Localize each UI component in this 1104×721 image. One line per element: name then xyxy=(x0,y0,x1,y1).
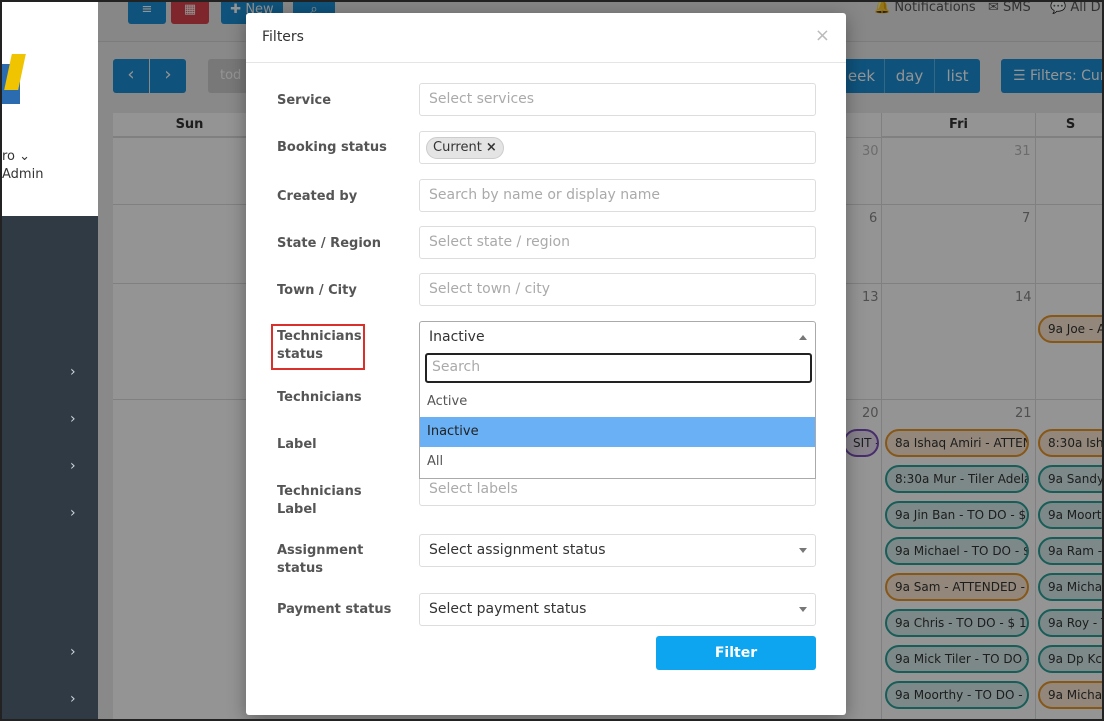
technicians-label: Technicians xyxy=(277,390,362,405)
technicians-label-label: Technicians Label xyxy=(277,484,362,517)
payment-status-value: Select payment status xyxy=(429,601,587,617)
filter-button[interactable]: Filter xyxy=(656,636,816,670)
modal-header: Filters × xyxy=(246,13,846,63)
user-role-line1: ro ⌄ xyxy=(2,149,31,164)
user-role-line2: Admin xyxy=(2,167,44,182)
payment-status-label: Payment status xyxy=(277,602,392,617)
assignment-status-label: Assignment status xyxy=(277,543,364,576)
state-region-select[interactable]: Select state / region xyxy=(419,226,816,259)
dropdown-search-input[interactable]: Search xyxy=(425,353,812,383)
state-region-placeholder: Select state / region xyxy=(429,234,570,250)
service-label: Service xyxy=(277,93,332,108)
booking-status-tag-label: Current xyxy=(433,140,482,155)
company-logo xyxy=(2,54,28,110)
assignment-status-value: Select assignment status xyxy=(429,542,606,558)
booking-status-label: Booking status xyxy=(277,140,387,155)
assignment-status-select[interactable]: Select assignment status xyxy=(419,534,816,567)
chevron-right-icon[interactable]: › xyxy=(70,691,76,707)
technicians-status-label: Technicians status xyxy=(271,324,365,370)
town-city-label: Town / City xyxy=(277,283,357,298)
town-city-select[interactable]: Select town / city xyxy=(419,273,816,306)
app-frame: ro ⌄ Admin › › › › › › ≡ ▦ ✚ New ⌕ 🔔 Not… xyxy=(0,0,1104,721)
technicians-status-dropdown: Search Active Inactive All xyxy=(419,349,816,479)
technicians-status-value: Inactive xyxy=(429,329,485,345)
filters-modal: Filters × Service Select services Bookin… xyxy=(246,13,846,715)
created-by-input[interactable]: Search by name or display name xyxy=(419,179,816,212)
chevron-right-icon[interactable]: › xyxy=(70,644,76,660)
label-label: Label xyxy=(277,437,317,452)
dropdown-option-inactive[interactable]: Inactive xyxy=(420,417,815,447)
technicians-label-placeholder: Select labels xyxy=(429,481,518,497)
chevron-right-icon[interactable]: › xyxy=(70,411,76,427)
state-region-label: State / Region xyxy=(277,236,381,251)
chevron-right-icon[interactable]: › xyxy=(70,505,76,521)
user-role[interactable]: ro ⌄ Admin xyxy=(2,148,43,184)
booking-status-tag: Current × xyxy=(426,137,504,159)
service-select[interactable]: Select services xyxy=(419,83,816,116)
created-by-label: Created by xyxy=(277,189,358,204)
town-city-placeholder: Select town / city xyxy=(429,281,550,297)
caret-up-icon xyxy=(799,335,807,340)
modal-title: Filters xyxy=(262,29,304,45)
created-by-placeholder: Search by name or display name xyxy=(429,187,660,203)
caret-down-icon xyxy=(799,607,807,612)
booking-status-select[interactable]: Current × xyxy=(419,131,816,164)
chevron-right-icon[interactable]: › xyxy=(70,364,76,380)
sidebar-header: ro ⌄ Admin xyxy=(2,2,98,216)
service-placeholder: Select services xyxy=(429,91,535,107)
dropdown-option-all[interactable]: All xyxy=(420,447,815,477)
payment-status-select[interactable]: Select payment status xyxy=(419,593,816,626)
caret-down-icon xyxy=(799,548,807,553)
dropdown-search-placeholder: Search xyxy=(432,359,481,375)
chevron-right-icon[interactable]: › xyxy=(70,458,76,474)
sidebar-menu: › › › › › › xyxy=(2,216,98,719)
tag-remove-icon[interactable]: × xyxy=(486,140,497,155)
dropdown-option-active[interactable]: Active xyxy=(420,387,815,417)
close-icon[interactable]: × xyxy=(815,25,830,46)
